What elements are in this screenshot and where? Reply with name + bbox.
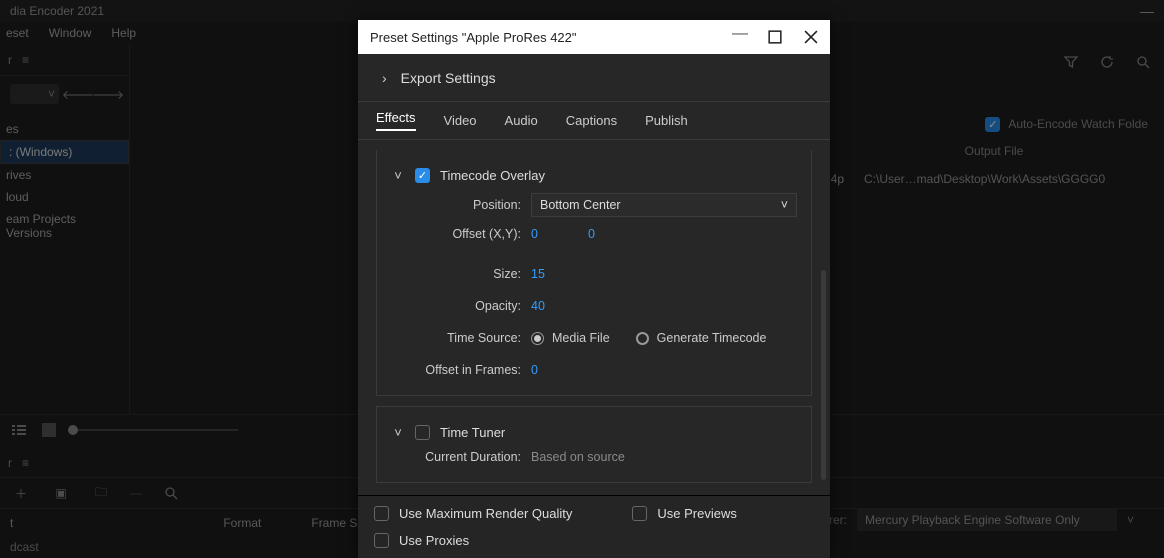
refresh-icon[interactable] [1096,51,1118,73]
position-label: Position: [391,198,531,212]
back-icon[interactable]: 🡐 [67,83,89,105]
col-t: t [10,516,13,530]
checkbox-label: Use Maximum Render Quality [399,506,572,521]
search-icon[interactable] [160,482,182,504]
dialog-title: Preset Settings "Apple ProRes 422" [370,30,732,45]
current-duration-label: Current Duration: [391,450,531,464]
offset-x-input[interactable]: 0 [531,227,538,241]
col-format: Format [223,516,261,530]
time-source-generate-radio[interactable]: Generate Timecode [636,331,767,345]
tab-publish[interactable]: Publish [645,113,688,128]
funnel-icon[interactable] [1060,51,1082,73]
time-tuner-group[interactable]: ˅ Time Tuner [391,425,797,440]
browser-tree: es : (Windows) rives loud eam Projects V… [0,112,129,250]
offset-frames-input[interactable]: 0 [531,363,538,377]
time-tuner-checkbox[interactable] [415,425,430,440]
tree-item[interactable]: es [0,118,129,140]
checkbox-label: Use Proxies [399,533,469,548]
opacity-input[interactable]: 40 [531,299,545,313]
use-max-render-quality[interactable]: Use Maximum Render Quality [374,506,572,521]
time-source-media-radio[interactable]: Media File [531,331,610,345]
checkbox-icon [632,506,647,521]
renderer-select[interactable]: Mercury Playback Engine Software Only [857,509,1117,531]
zoom-slider[interactable] [68,429,238,431]
list-view-icon[interactable] [8,419,30,441]
export-settings-label: Export Settings [401,70,496,86]
forward-icon[interactable]: 🡒 [97,83,119,105]
size-input[interactable]: 15 [531,267,545,281]
tree-item[interactable]: eam Projects Versions [0,208,129,244]
window-minimize-icon[interactable]: — [732,30,746,44]
opacity-label: Opacity: [391,299,531,313]
offset-frames-label: Offset in Frames: [391,363,531,377]
tree-item[interactable]: rives [0,164,129,186]
fps-label: 24p [824,172,864,186]
window-maximize-icon[interactable] [768,30,782,44]
auto-encode-checkbox[interactable]: ✓ [985,117,1000,132]
use-previews[interactable]: Use Previews [632,506,736,521]
filter-select[interactable]: ˅ [10,84,59,104]
separator: — [130,486,142,500]
menu-help[interactable]: Help [111,26,136,40]
radio-icon [636,332,649,345]
tree-item[interactable]: : (Windows) [0,140,129,164]
timecode-overlay-label: Timecode Overlay [440,168,545,183]
time-tuner-label: Time Tuner [440,425,505,440]
menu-window[interactable]: Window [49,26,92,40]
add-icon[interactable]: ＋ [10,482,32,504]
panel2-title: r [8,456,12,470]
window-close-icon[interactable] [804,30,818,44]
panel-menu-icon[interactable]: ≡ [22,53,29,67]
chevron-down-icon: ˅ [391,168,405,183]
app-title: dia Encoder 2021 [10,4,104,18]
offset-y-input[interactable]: 0 [588,227,595,241]
use-proxies[interactable]: Use Proxies [374,533,814,548]
position-select[interactable]: Bottom Center ˅ [531,193,797,217]
preset-settings-dialog: Preset Settings "Apple ProRes 422" — › E… [358,20,830,558]
radio-label: Generate Timecode [657,331,767,345]
chevron-down-icon: ˅ [391,425,405,440]
panel1-title: r [8,53,12,67]
timecode-overlay-group[interactable]: ˅ ✓ Timecode Overlay [391,168,797,183]
position-value: Bottom Center [540,198,621,212]
timecode-overlay-checkbox[interactable]: ✓ [415,168,430,183]
folder-icon[interactable]: 🗀 [90,482,112,504]
export-settings-toggle[interactable]: › Export Settings [358,54,830,102]
offset-xy-label: Offset (X,Y): [391,227,531,241]
size-label: Size: [391,267,531,281]
camera-icon[interactable]: ▣ [50,482,72,504]
chevron-down-icon: ˅ [781,198,788,212]
tab-captions[interactable]: Captions [566,113,617,128]
output-file-header: Output File [824,136,1164,166]
radio-label: Media File [552,331,610,345]
chevron-down-icon[interactable]: ˅ [1127,513,1134,527]
tree-item[interactable]: loud [0,186,129,208]
output-path[interactable]: C:\User…mad\Desktop\Work\Assets\GGGG0 [864,172,1164,186]
current-duration-value: Based on source [531,450,625,464]
search-icon[interactable] [1132,51,1154,73]
grid-view-icon[interactable] [38,419,60,441]
window-minimize-icon[interactable]: — [1140,3,1154,19]
time-source-label: Time Source: [391,331,531,345]
chevron-right-icon: › [382,70,387,86]
checkbox-icon [374,533,389,548]
checkbox-icon [374,506,389,521]
tab-audio[interactable]: Audio [505,113,538,128]
auto-encode-label: Auto-Encode Watch Folde [1008,117,1148,131]
menu-preset[interactable]: eset [6,26,29,40]
tab-effects[interactable]: Effects [376,110,416,131]
panel-menu-icon[interactable]: ≡ [22,456,29,470]
tab-video[interactable]: Video [444,113,477,128]
radio-icon [531,332,544,345]
scrollbar[interactable] [821,270,826,480]
checkbox-label: Use Previews [657,506,736,521]
